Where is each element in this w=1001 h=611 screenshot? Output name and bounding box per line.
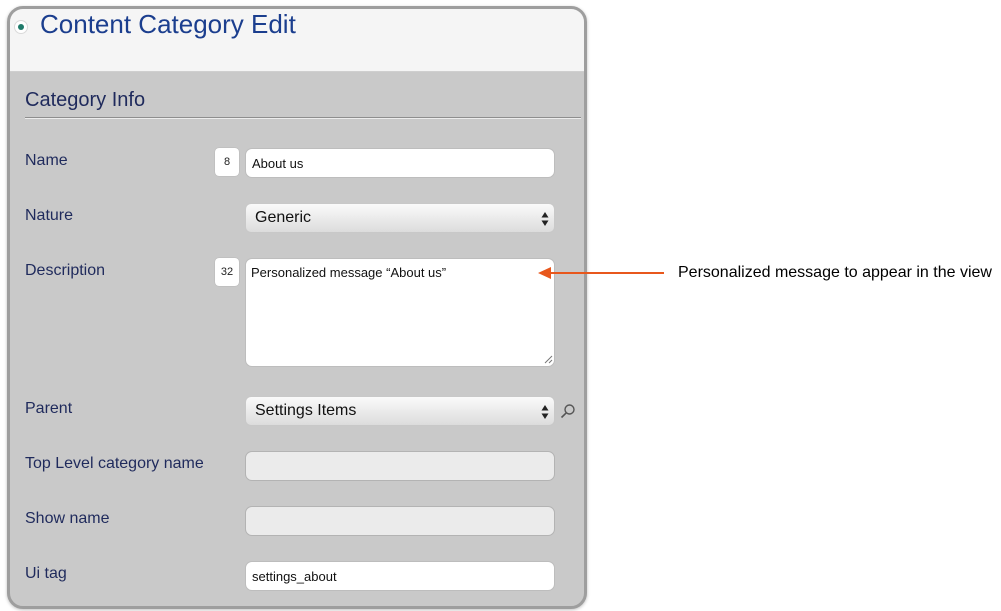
- page-title: Content Category Edit: [40, 9, 296, 39]
- section-divider-highlight: [25, 118, 581, 119]
- top-level-category-label: Top Level category name: [25, 455, 204, 472]
- magnifier-icon[interactable]: [560, 403, 576, 419]
- ui-tag-label: Ui tag: [25, 565, 67, 582]
- description-textarea[interactable]: Personalized message “About us”: [245, 258, 555, 367]
- updown-arrows-icon: [541, 405, 549, 419]
- name-input[interactable]: [245, 148, 555, 178]
- top-level-category-input: [245, 451, 555, 481]
- resize-handle-icon[interactable]: [544, 355, 553, 364]
- annotation-text: Personalized message to appear in the vi…: [678, 264, 992, 281]
- description-label: Description: [25, 262, 106, 279]
- name-char-count: 8: [215, 148, 239, 176]
- show-name-label: Show name: [25, 510, 110, 527]
- nature-select[interactable]: Generic: [245, 203, 555, 233]
- category-edit-panel: Content Category Edit Category Info Name…: [7, 6, 587, 609]
- parent-select[interactable]: Settings Items: [245, 396, 555, 426]
- parent-selected-value: Settings Items: [255, 402, 357, 419]
- ui-tag-input[interactable]: [245, 561, 555, 591]
- show-name-input: [245, 506, 555, 536]
- updown-arrows-icon: [541, 212, 549, 226]
- name-label: Name: [25, 152, 68, 169]
- panel-header: Content Category Edit: [10, 9, 584, 72]
- parent-label: Parent: [25, 400, 73, 417]
- section-title: Category Info: [25, 89, 146, 111]
- description-char-count: 32: [215, 258, 239, 286]
- nature-selected-value: Generic: [255, 209, 312, 226]
- radio-bullet-icon: [14, 20, 28, 34]
- nature-label: Nature: [25, 207, 74, 224]
- annotation-arrow: [538, 267, 664, 279]
